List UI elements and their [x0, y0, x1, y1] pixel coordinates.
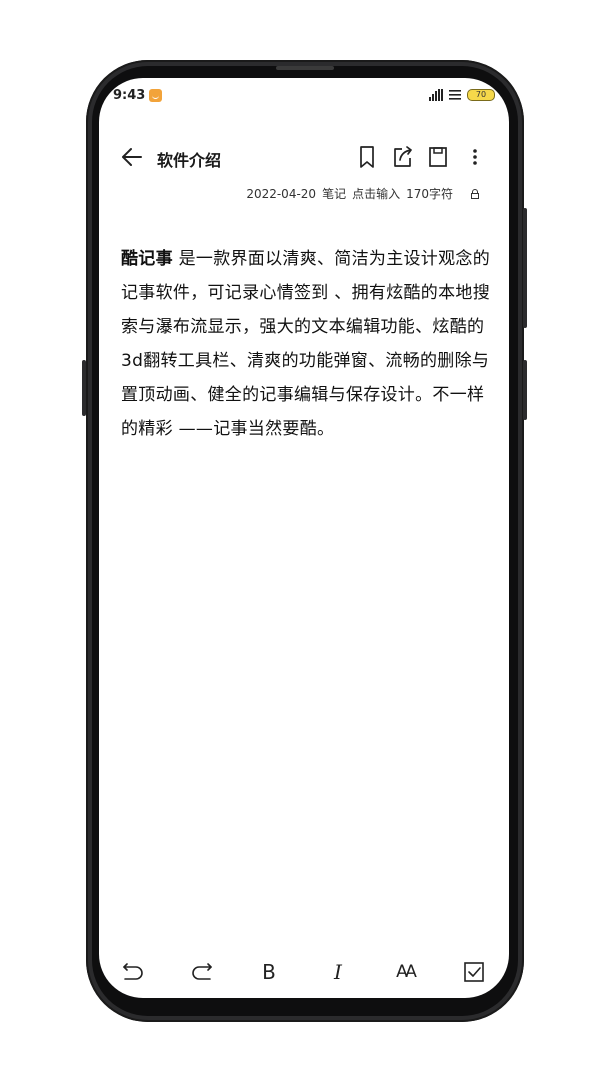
- more-vertical-icon[interactable]: [463, 144, 487, 170]
- app-header: 软件介绍: [99, 140, 509, 174]
- italic-button[interactable]: I: [324, 958, 352, 986]
- page-title: 软件介绍: [157, 151, 222, 170]
- note-date: 2022-04-20: [246, 186, 317, 201]
- side-button-left: [82, 360, 86, 416]
- save-icon[interactable]: [426, 144, 450, 170]
- redo-icon[interactable]: [188, 958, 216, 986]
- note-body: 是一款界面以清爽、简洁为主设计观念的记事软件，可记录心情签到 、拥有炫酷的本地搜…: [121, 249, 491, 439]
- status-bar: 9:43 70: [99, 78, 509, 118]
- undo-icon[interactable]: [119, 958, 147, 986]
- input-hint[interactable]: 点击输入: [352, 185, 400, 202]
- phone-screen: 9:43 70 软件介绍 2022-04-20 笔记 点击输入 170字符 酷记…: [99, 78, 509, 998]
- note-category[interactable]: 笔记: [322, 185, 346, 202]
- edit-toolbar: B I AA: [99, 954, 509, 990]
- font-size-button[interactable]: AA: [391, 958, 419, 986]
- power-button: [523, 208, 527, 328]
- note-meta: 2022-04-20 笔记 点击输入 170字符: [246, 185, 481, 202]
- back-arrow-icon[interactable]: [119, 144, 145, 170]
- note-lead: 酷记事: [121, 249, 173, 269]
- signal-icon: [429, 89, 443, 101]
- battery-icon: 70: [467, 89, 495, 101]
- bold-button[interactable]: B: [255, 958, 283, 986]
- share-icon[interactable]: [390, 144, 414, 170]
- volume-button: [523, 360, 527, 420]
- earpiece-speaker: [276, 66, 334, 70]
- lock-icon[interactable]: [469, 188, 481, 200]
- checkbox-icon[interactable]: [460, 958, 488, 986]
- status-time: 9:43: [113, 88, 146, 103]
- bookmark-icon[interactable]: [355, 144, 379, 170]
- status-icons: 70: [429, 89, 495, 101]
- note-content[interactable]: 酷记事 是一款界面以清爽、简洁为主设计观念的记事软件，可记录心情签到 、拥有炫酷…: [121, 242, 493, 446]
- app-notification-icon: [149, 89, 162, 102]
- wifi-icon: [449, 90, 461, 100]
- char-count: 170字符: [406, 187, 453, 201]
